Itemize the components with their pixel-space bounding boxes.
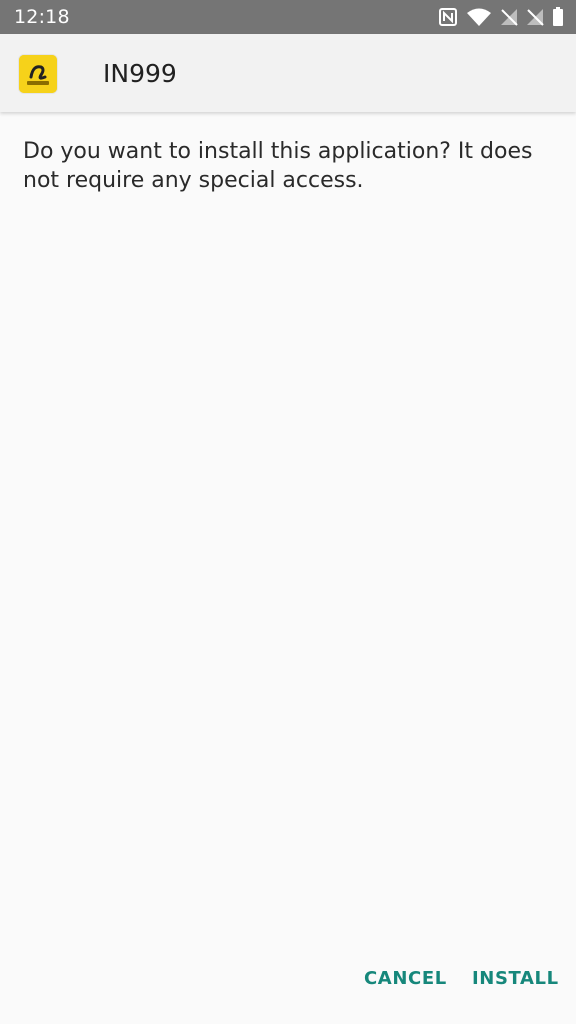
wifi-icon — [466, 7, 492, 27]
status-bar: 12:18 — [0, 0, 576, 34]
signal-off-icon — [526, 8, 544, 26]
app-header: IN999 — [0, 34, 576, 112]
status-time: 12:18 — [14, 6, 70, 28]
status-icons — [438, 6, 564, 28]
battery-icon — [552, 7, 564, 27]
install-button[interactable]: INSTALL — [472, 964, 559, 994]
cancel-button[interactable]: CANCEL — [364, 964, 447, 994]
app-title: IN999 — [103, 59, 177, 88]
app-logo-icon — [19, 55, 57, 93]
signal-off-icon — [500, 8, 518, 26]
install-message: Do you want to install this application?… — [23, 139, 533, 193]
nfc-icon — [438, 7, 458, 27]
